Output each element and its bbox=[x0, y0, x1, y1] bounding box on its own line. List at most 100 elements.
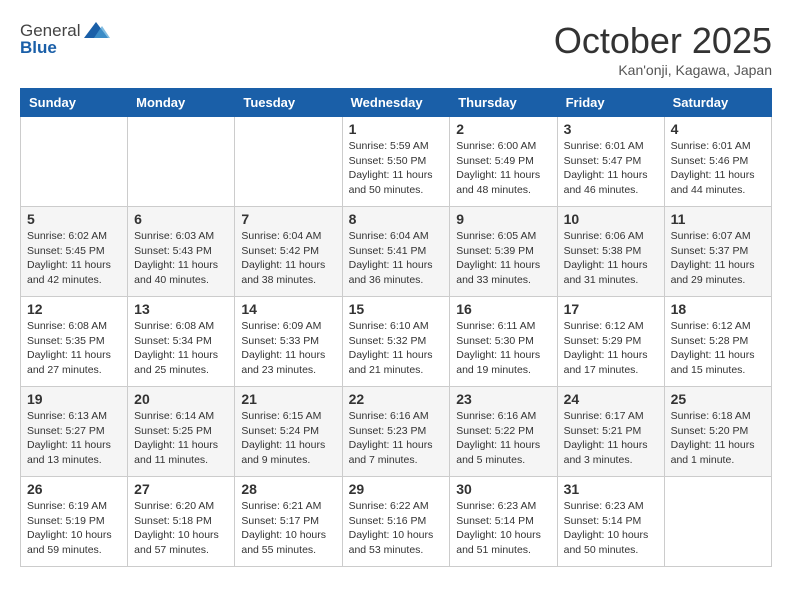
day-number: 4 bbox=[671, 121, 765, 137]
day-info: Sunrise: 6:02 AMSunset: 5:45 PMDaylight:… bbox=[27, 229, 121, 288]
day-number: 27 bbox=[134, 481, 228, 497]
calendar-cell bbox=[664, 477, 771, 567]
day-info: Sunrise: 6:10 AMSunset: 5:32 PMDaylight:… bbox=[349, 319, 444, 378]
day-info: Sunrise: 6:23 AMSunset: 5:14 PMDaylight:… bbox=[564, 499, 658, 558]
day-info: Sunrise: 6:13 AMSunset: 5:27 PMDaylight:… bbox=[27, 409, 121, 468]
day-info: Sunrise: 6:00 AMSunset: 5:49 PMDaylight:… bbox=[456, 139, 550, 198]
calendar-cell: 5 Sunrise: 6:02 AMSunset: 5:45 PMDaylight… bbox=[21, 207, 128, 297]
calendar-cell: 16Sunrise: 6:11 AMSunset: 5:30 PMDayligh… bbox=[450, 297, 557, 387]
day-info: Sunrise: 6:11 AMSunset: 5:30 PMDaylight:… bbox=[456, 319, 550, 378]
calendar-cell: 19 Sunrise: 6:13 AMSunset: 5:27 PMDayligh… bbox=[21, 387, 128, 477]
day-number: 3 bbox=[564, 121, 658, 137]
calendar-cell bbox=[21, 117, 128, 207]
calendar-cell: 10 Sunrise: 6:06 AMSunset: 5:38 PMDayligh… bbox=[557, 207, 664, 297]
day-number: 24 bbox=[564, 391, 658, 407]
calendar-cell: 27 Sunrise: 6:20 AMSunset: 5:18 PMDayligh… bbox=[128, 477, 235, 567]
day-number: 11 bbox=[671, 211, 765, 227]
calendar-cell: 28 Sunrise: 6:21 AMSunset: 5:17 PMDayligh… bbox=[235, 477, 342, 567]
day-number: 21 bbox=[241, 391, 335, 407]
calendar-cell: 8 Sunrise: 6:04 AMSunset: 5:41 PMDaylight… bbox=[342, 207, 450, 297]
day-number: 31 bbox=[564, 481, 658, 497]
day-info: Sunrise: 6:16 AMSunset: 5:22 PMDaylight:… bbox=[456, 409, 550, 468]
logo-icon bbox=[82, 20, 110, 42]
day-of-week-header: Sunday bbox=[21, 89, 128, 117]
day-number: 14 bbox=[241, 301, 335, 317]
day-info: Sunrise: 6:08 AMSunset: 5:34 PMDaylight:… bbox=[134, 319, 228, 378]
logo-blue-text: Blue bbox=[20, 38, 57, 58]
day-info: Sunrise: 6:05 AMSunset: 5:39 PMDaylight:… bbox=[456, 229, 550, 288]
calendar-cell: 2 Sunrise: 6:00 AMSunset: 5:49 PMDaylight… bbox=[450, 117, 557, 207]
day-info: Sunrise: 6:16 AMSunset: 5:23 PMDaylight:… bbox=[349, 409, 444, 468]
day-number: 30 bbox=[456, 481, 550, 497]
day-info: Sunrise: 6:03 AMSunset: 5:43 PMDaylight:… bbox=[134, 229, 228, 288]
calendar-cell: 29 Sunrise: 6:22 AMSunset: 5:16 PMDayligh… bbox=[342, 477, 450, 567]
page-header: General Blue October 2025 Kan'onji, Kaga… bbox=[20, 20, 772, 78]
day-number: 15 bbox=[349, 301, 444, 317]
calendar-cell: 6 Sunrise: 6:03 AMSunset: 5:43 PMDaylight… bbox=[128, 207, 235, 297]
calendar-cell bbox=[235, 117, 342, 207]
day-number: 18 bbox=[671, 301, 765, 317]
day-info: Sunrise: 6:07 AMSunset: 5:37 PMDaylight:… bbox=[671, 229, 765, 288]
logo: General Blue bbox=[20, 20, 110, 58]
calendar-cell: 12Sunrise: 6:08 AMSunset: 5:35 PMDayligh… bbox=[21, 297, 128, 387]
calendar-cell: 18Sunrise: 6:12 AMSunset: 5:28 PMDayligh… bbox=[664, 297, 771, 387]
calendar-cell: 3 Sunrise: 6:01 AMSunset: 5:47 PMDaylight… bbox=[557, 117, 664, 207]
day-of-week-header: Saturday bbox=[664, 89, 771, 117]
day-info: Sunrise: 5:59 AMSunset: 5:50 PMDaylight:… bbox=[349, 139, 444, 198]
calendar-cell: 13 Sunrise: 6:08 AMSunset: 5:34 PMDayligh… bbox=[128, 297, 235, 387]
day-info: Sunrise: 6:22 AMSunset: 5:16 PMDaylight:… bbox=[349, 499, 444, 558]
day-info: Sunrise: 6:14 AMSunset: 5:25 PMDaylight:… bbox=[134, 409, 228, 468]
day-number: 20 bbox=[134, 391, 228, 407]
day-of-week-header: Wednesday bbox=[342, 89, 450, 117]
day-number: 8 bbox=[349, 211, 444, 227]
day-info: Sunrise: 6:20 AMSunset: 5:18 PMDaylight:… bbox=[134, 499, 228, 558]
day-info: Sunrise: 6:23 AMSunset: 5:14 PMDaylight:… bbox=[456, 499, 550, 558]
day-info: Sunrise: 6:19 AMSunset: 5:19 PMDaylight:… bbox=[27, 499, 121, 558]
day-info: Sunrise: 6:01 AMSunset: 5:47 PMDaylight:… bbox=[564, 139, 658, 198]
calendar-header-row: SundayMondayTuesdayWednesdayThursdayFrid… bbox=[21, 89, 772, 117]
calendar-week-row: 1 Sunrise: 5:59 AMSunset: 5:50 PMDaylight… bbox=[21, 117, 772, 207]
day-number: 12 bbox=[27, 301, 121, 317]
day-of-week-header: Monday bbox=[128, 89, 235, 117]
day-number: 6 bbox=[134, 211, 228, 227]
calendar-cell: 7 Sunrise: 6:04 AMSunset: 5:42 PMDaylight… bbox=[235, 207, 342, 297]
calendar-week-row: 12Sunrise: 6:08 AMSunset: 5:35 PMDayligh… bbox=[21, 297, 772, 387]
calendar-cell: 11 Sunrise: 6:07 AMSunset: 5:37 PMDayligh… bbox=[664, 207, 771, 297]
day-info: Sunrise: 6:01 AMSunset: 5:46 PMDaylight:… bbox=[671, 139, 765, 198]
calendar-cell: 25Sunrise: 6:18 AMSunset: 5:20 PMDayligh… bbox=[664, 387, 771, 477]
day-number: 13 bbox=[134, 301, 228, 317]
calendar-cell: 20 Sunrise: 6:14 AMSunset: 5:25 PMDayligh… bbox=[128, 387, 235, 477]
title-area: October 2025 Kan'onji, Kagawa, Japan bbox=[554, 20, 772, 78]
calendar-table: SundayMondayTuesdayWednesdayThursdayFrid… bbox=[20, 88, 772, 567]
day-info: Sunrise: 6:06 AMSunset: 5:38 PMDaylight:… bbox=[564, 229, 658, 288]
day-number: 29 bbox=[349, 481, 444, 497]
calendar-cell: 15 Sunrise: 6:10 AMSunset: 5:32 PMDayligh… bbox=[342, 297, 450, 387]
day-of-week-header: Thursday bbox=[450, 89, 557, 117]
calendar-cell: 4 Sunrise: 6:01 AMSunset: 5:46 PMDaylight… bbox=[664, 117, 771, 207]
location-subtitle: Kan'onji, Kagawa, Japan bbox=[554, 62, 772, 78]
day-of-week-header: Friday bbox=[557, 89, 664, 117]
day-number: 10 bbox=[564, 211, 658, 227]
day-number: 19 bbox=[27, 391, 121, 407]
month-title: October 2025 bbox=[554, 20, 772, 62]
day-number: 22 bbox=[349, 391, 444, 407]
day-number: 1 bbox=[349, 121, 444, 137]
day-info: Sunrise: 6:04 AMSunset: 5:41 PMDaylight:… bbox=[349, 229, 444, 288]
day-number: 28 bbox=[241, 481, 335, 497]
calendar-week-row: 26Sunrise: 6:19 AMSunset: 5:19 PMDayligh… bbox=[21, 477, 772, 567]
calendar-week-row: 19 Sunrise: 6:13 AMSunset: 5:27 PMDayligh… bbox=[21, 387, 772, 477]
calendar-cell: 9Sunrise: 6:05 AMSunset: 5:39 PMDaylight… bbox=[450, 207, 557, 297]
calendar-cell: 30 Sunrise: 6:23 AMSunset: 5:14 PMDayligh… bbox=[450, 477, 557, 567]
day-info: Sunrise: 6:15 AMSunset: 5:24 PMDaylight:… bbox=[241, 409, 335, 468]
day-number: 5 bbox=[27, 211, 121, 227]
day-number: 2 bbox=[456, 121, 550, 137]
day-number: 7 bbox=[241, 211, 335, 227]
day-number: 23 bbox=[456, 391, 550, 407]
day-info: Sunrise: 6:09 AMSunset: 5:33 PMDaylight:… bbox=[241, 319, 335, 378]
day-info: Sunrise: 6:21 AMSunset: 5:17 PMDaylight:… bbox=[241, 499, 335, 558]
calendar-cell: 22 Sunrise: 6:16 AMSunset: 5:23 PMDayligh… bbox=[342, 387, 450, 477]
day-info: Sunrise: 6:12 AMSunset: 5:29 PMDaylight:… bbox=[564, 319, 658, 378]
day-info: Sunrise: 6:04 AMSunset: 5:42 PMDaylight:… bbox=[241, 229, 335, 288]
day-info: Sunrise: 6:18 AMSunset: 5:20 PMDaylight:… bbox=[671, 409, 765, 468]
calendar-cell: 17Sunrise: 6:12 AMSunset: 5:29 PMDayligh… bbox=[557, 297, 664, 387]
